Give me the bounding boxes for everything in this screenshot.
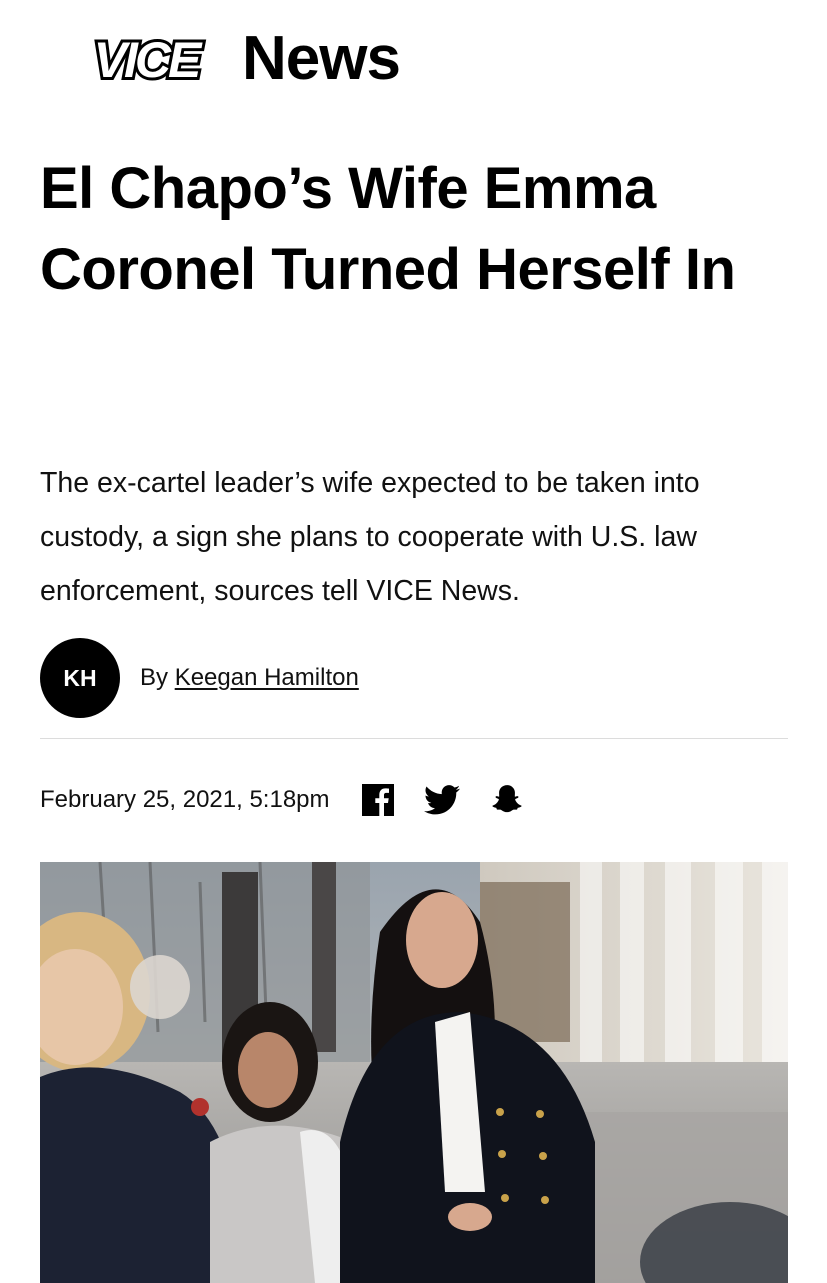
vice-logo-text: VICE <box>94 32 203 88</box>
divider <box>40 738 788 739</box>
byline-prefix: By <box>140 664 169 691</box>
avatar-initials: KH <box>63 664 97 691</box>
news-photo-illustration <box>40 862 788 1283</box>
snapchat-icon[interactable] <box>490 783 524 817</box>
byline: KH By Keegan Hamilton <box>40 638 359 718</box>
article-photo <box>40 862 788 1283</box>
twitter-icon[interactable] <box>423 785 460 815</box>
article-meta: February 25, 2021, 5:18pm <box>40 776 524 824</box>
author-avatar[interactable]: KH <box>40 638 120 718</box>
article-headline: El Chapo’s Wife Emma Coronel Turned Hers… <box>40 156 736 302</box>
article-dek: The ex-cartel leader’s wife expected to … <box>40 467 700 607</box>
vice-logo[interactable]: VICE <box>56 27 236 91</box>
byline-text: By Keegan Hamilton <box>140 664 359 692</box>
facebook-icon[interactable] <box>361 784 394 816</box>
site-header: VICE News <box>56 26 401 92</box>
publish-date: February 25, 2021, 5:18pm <box>40 786 330 813</box>
author-link[interactable]: Keegan Hamilton <box>175 664 359 691</box>
section-name[interactable]: News <box>242 28 401 90</box>
